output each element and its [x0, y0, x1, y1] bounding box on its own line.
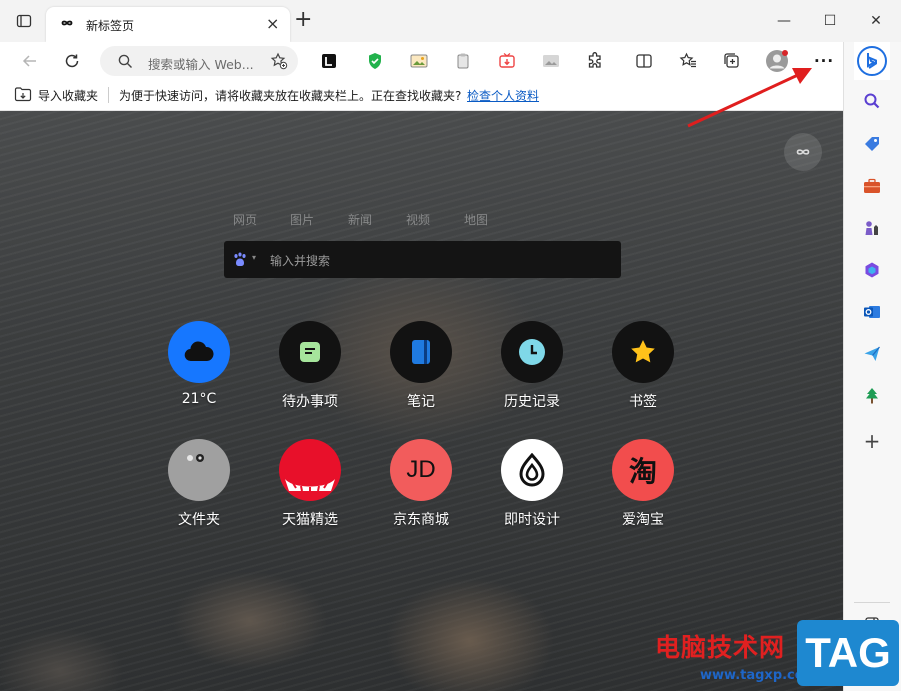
address-placeholder: 搜索或输入 Web...	[148, 57, 254, 72]
refresh-icon[interactable]	[56, 45, 88, 77]
baidu-paw-icon[interactable]	[232, 252, 248, 270]
infinity-icon	[58, 15, 76, 34]
shortcut-label: 笔记	[407, 394, 435, 410]
check-profile-link[interactable]: 检查个人资料	[467, 87, 539, 104]
favorites-bar-message: 为便于快速访问，请将收藏夹放在收藏夹栏上。正在查找收藏夹?	[119, 89, 462, 103]
history-clock-icon	[501, 321, 563, 383]
shortcut-label: 文件夹	[178, 512, 220, 528]
shopping-tag-icon[interactable]	[856, 128, 888, 160]
tab-new-tab[interactable]: 新标签页 ×	[46, 7, 290, 42]
notes-book-icon	[390, 321, 452, 383]
image-extension-icon[interactable]	[403, 45, 435, 77]
shortcut-aitaobao[interactable]: 淘 爱淘宝	[598, 439, 688, 529]
search-tab-news[interactable]: 新闻	[348, 211, 372, 228]
microsoft-365-icon[interactable]	[856, 254, 888, 286]
tab-actions-icon[interactable]	[8, 5, 40, 37]
bookmark-star-icon	[612, 321, 674, 383]
bing-copilot-icon[interactable]	[856, 45, 888, 77]
todo-list-icon	[279, 321, 341, 383]
video-download-icon[interactable]	[491, 45, 523, 77]
close-window-button[interactable]: ✕	[853, 0, 899, 42]
shortcut-jd[interactable]: JD 京东商城	[376, 439, 466, 529]
new-tab-button[interactable]: +	[294, 9, 312, 31]
tab-close-button[interactable]: ×	[266, 14, 279, 33]
search-tab-map[interactable]: 地图	[464, 211, 488, 228]
engine-dropdown-icon[interactable]: ▾	[252, 253, 256, 262]
extension-l-icon[interactable]	[313, 45, 345, 77]
shortcut-notes[interactable]: 笔记	[376, 321, 466, 411]
send-icon[interactable]	[856, 338, 888, 370]
jd-logo-icon: JD	[390, 439, 452, 501]
clipboard-icon[interactable]	[447, 45, 479, 77]
shortcut-tmall[interactable]: 天猫精选	[265, 439, 355, 529]
extensions-puzzle-icon[interactable]	[579, 45, 611, 77]
edge-sidebar: +	[843, 42, 901, 691]
shortcut-weather[interactable]: 21°C	[154, 321, 244, 407]
shortcut-label: 书签	[629, 394, 657, 410]
shield-check-icon[interactable]	[359, 45, 391, 77]
shortcut-bookmarks[interactable]: 书签	[598, 321, 688, 411]
taobao-icon: 淘	[612, 439, 674, 501]
shortcut-label: 天猫精选	[282, 512, 338, 528]
sidebar-divider	[854, 602, 890, 603]
search-icon	[118, 54, 133, 72]
sidebar-search-icon[interactable]	[856, 85, 888, 117]
newtab-search-box[interactable]: ▾ 输入并搜索	[224, 241, 621, 278]
watermark-tag-logo: TAG	[797, 620, 899, 686]
picture-icon[interactable]	[535, 45, 567, 77]
tmall-icon	[279, 439, 341, 501]
shortcut-folder[interactable]: 文件夹	[154, 439, 244, 529]
shortcut-label: 历史记录	[504, 394, 560, 410]
shortcut-history[interactable]: 历史记录	[487, 321, 577, 411]
shortcut-label: 京东商城	[393, 512, 449, 528]
search-tab-web[interactable]: 网页	[233, 211, 257, 228]
shortcut-label: 爱淘宝	[622, 512, 664, 528]
weather-cloud-icon	[168, 321, 230, 383]
maximize-button[interactable]: ☐	[807, 0, 853, 42]
tab-title: 新标签页	[86, 19, 135, 33]
import-favorites-icon	[14, 86, 32, 105]
search-tab-video[interactable]: 视频	[406, 211, 430, 228]
address-bar[interactable]: 搜索或输入 Web...	[100, 46, 298, 76]
search-tab-images[interactable]: 图片	[290, 211, 314, 228]
annotation-arrow	[687, 68, 812, 128]
shortcut-label: 即时设计	[504, 512, 560, 528]
add-favorite-icon[interactable]	[270, 52, 288, 73]
jsdesign-flame-icon	[501, 439, 563, 501]
shortcut-jsdesign[interactable]: 即时设计	[487, 439, 577, 529]
minimize-button[interactable]: —	[761, 0, 807, 42]
title-bar: 新标签页 × + — ☐ ✕	[0, 0, 901, 43]
favbar-divider	[108, 87, 109, 103]
newtab-search-placeholder: 输入并搜索	[270, 254, 331, 268]
outlook-icon[interactable]	[856, 296, 888, 328]
infinity-settings-button[interactable]	[784, 133, 822, 171]
tools-briefcase-icon[interactable]	[856, 170, 888, 202]
watermark-text: 电脑技术网	[655, 633, 786, 662]
shortcut-label: 待办事项	[282, 394, 338, 410]
tree-icon[interactable]	[856, 380, 888, 412]
shortcut-todo[interactable]: 待办事项	[265, 321, 355, 411]
back-icon[interactable]	[14, 45, 46, 77]
folder-icon	[168, 439, 230, 501]
games-chess-icon[interactable]	[856, 212, 888, 244]
shortcut-label: 21°C	[181, 391, 217, 407]
split-screen-icon[interactable]	[628, 45, 660, 77]
import-favorites-button[interactable]: 导入收藏夹	[38, 87, 98, 104]
new-tab-page: 网页 图片 新闻 视频 地图 ▾ 输入并搜索 21°C 待办事项 笔记 历史记录	[0, 111, 843, 691]
sidebar-add-icon[interactable]: +	[856, 425, 888, 457]
